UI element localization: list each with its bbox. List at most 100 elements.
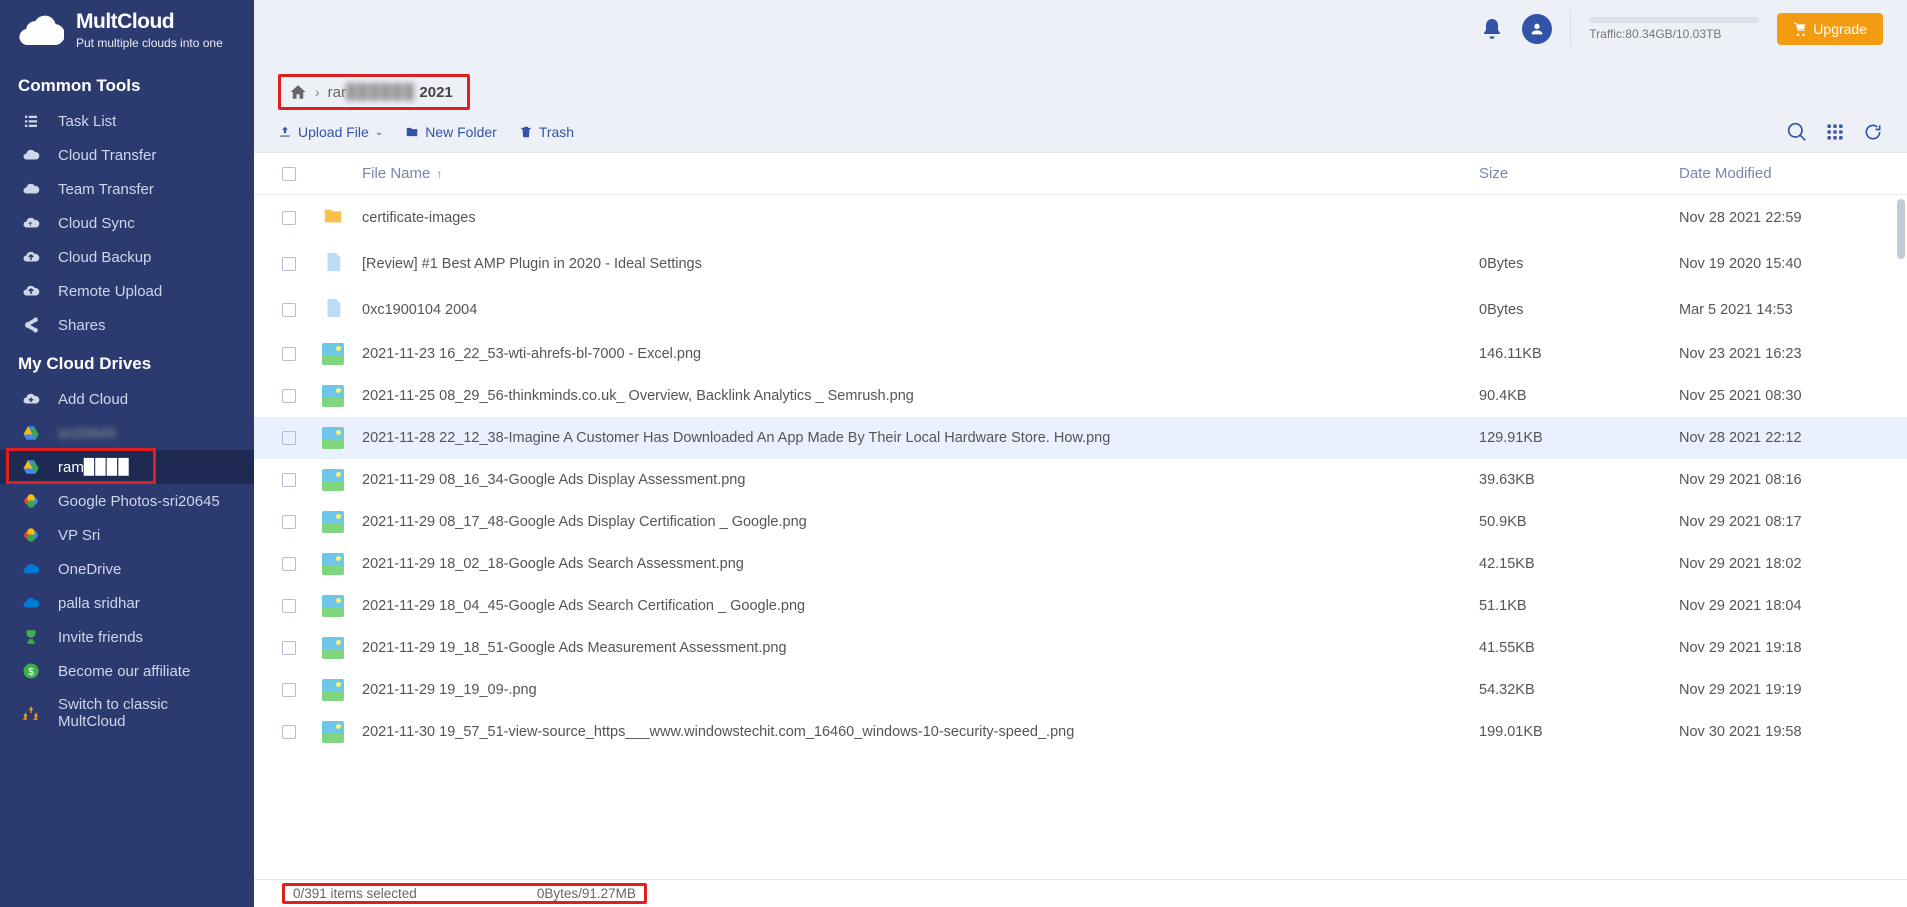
row-checkbox[interactable] — [282, 347, 296, 361]
sidebar-item-remote-upload[interactable]: Remote Upload — [0, 274, 254, 308]
row-checkbox[interactable] — [282, 211, 296, 225]
scrollbar[interactable] — [1897, 199, 1905, 259]
share-icon — [22, 316, 40, 334]
file-size: 41.55KB — [1479, 640, 1679, 656]
drive-item-9[interactable]: Switch to classic MultCloud — [0, 688, 254, 738]
search-icon[interactable] — [1787, 122, 1807, 142]
file-type-icon — [322, 553, 362, 575]
sidebar-item-label: Task List — [58, 113, 116, 130]
trophy-icon — [22, 628, 40, 646]
gdrive-icon — [22, 458, 40, 476]
table-row[interactable]: 2021-11-29 19_18_51-Google Ads Measureme… — [254, 627, 1907, 669]
drive-item-2[interactable]: ram▉▉▉▉ — [0, 450, 254, 484]
row-checkbox[interactable] — [282, 473, 296, 487]
cloud-up-icon — [22, 282, 40, 300]
drive-item-0[interactable]: Add Cloud — [0, 382, 254, 416]
table-row[interactable]: 2021-11-29 19_19_09-.png54.32KBNov 29 20… — [254, 669, 1907, 711]
file-name: 2021-11-29 08_17_48-Google Ads Display C… — [362, 514, 1479, 530]
file-date: Nov 29 2021 18:02 — [1679, 556, 1879, 572]
drive-item-5[interactable]: OneDrive — [0, 552, 254, 586]
drive-item-1[interactable]: sri20645 — [0, 416, 254, 450]
table-row[interactable]: 2021-11-29 18_02_18-Google Ads Search As… — [254, 543, 1907, 585]
upload-file-button[interactable]: Upload File ⌄ — [278, 124, 383, 140]
chevron-right-icon: › — [315, 84, 320, 100]
home-icon[interactable] — [289, 83, 307, 101]
refresh-icon[interactable] — [1863, 122, 1883, 142]
grid-view-icon[interactable] — [1825, 122, 1845, 142]
cloud-logo-icon — [18, 14, 64, 46]
trash-button[interactable]: Trash — [519, 124, 574, 140]
table-row[interactable]: 0xc1900104 20040BytesMar 5 2021 14:53 — [254, 287, 1907, 333]
file-date: Nov 29 2021 18:04 — [1679, 598, 1879, 614]
cloud-up-icon — [22, 248, 40, 266]
table-row[interactable]: 2021-11-30 19_57_51-view-source_https___… — [254, 711, 1907, 753]
drive-item-7[interactable]: Invite friends — [0, 620, 254, 654]
sidebar-item-cloud-transfer[interactable]: Cloud Transfer — [0, 138, 254, 172]
sidebar-item-label: Shares — [58, 317, 106, 334]
sort-asc-icon: ↑ — [436, 167, 442, 181]
breadcrumb-segment[interactable]: rar▉▉▉▉▉▉ 2021 — [328, 83, 453, 101]
table-row[interactable]: 2021-11-29 08_17_48-Google Ads Display C… — [254, 501, 1907, 543]
drive-item-3[interactable]: Google Photos-sri20645 — [0, 484, 254, 518]
sidebar-item-task-list[interactable]: Task List — [0, 104, 254, 138]
table-row[interactable]: 2021-11-29 08_16_34-Google Ads Display A… — [254, 459, 1907, 501]
traffic-meter: Traffic:80.34GB/10.03TB — [1589, 17, 1759, 41]
row-checkbox[interactable] — [282, 557, 296, 571]
column-name[interactable]: File Name ↑ — [362, 165, 1479, 182]
file-type-icon — [322, 679, 362, 701]
file-type-icon — [322, 595, 362, 617]
row-checkbox[interactable] — [282, 257, 296, 271]
table-row[interactable]: 2021-11-28 22_12_38-Imagine A Customer H… — [254, 417, 1907, 459]
logo[interactable]: MultCloud Put multiple clouds into one — [0, 0, 254, 64]
bell-icon[interactable] — [1480, 17, 1504, 41]
row-checkbox[interactable] — [282, 515, 296, 529]
drive-item-label: OneDrive — [58, 561, 121, 578]
gdrive-icon — [22, 424, 40, 442]
drive-item-6[interactable]: palla sridhar — [0, 586, 254, 620]
file-name: 2021-11-23 16_22_53-wti-ahrefs-bl-7000 -… — [362, 346, 1479, 362]
row-checkbox[interactable] — [282, 389, 296, 403]
drive-item-label: Google Photos-sri20645 — [58, 493, 220, 510]
drive-item-8[interactable]: $Become our affiliate — [0, 654, 254, 688]
column-size[interactable]: Size — [1479, 165, 1679, 182]
file-name: 2021-11-29 19_19_09-.png — [362, 682, 1479, 698]
file-size: 199.01KB — [1479, 724, 1679, 740]
sidebar-item-cloud-sync[interactable]: Cloud Sync — [0, 206, 254, 240]
row-checkbox[interactable] — [282, 641, 296, 655]
sidebar-item-cloud-backup[interactable]: Cloud Backup — [0, 240, 254, 274]
row-checkbox[interactable] — [282, 725, 296, 739]
table-row[interactable]: 2021-11-23 16_22_53-wti-ahrefs-bl-7000 -… — [254, 333, 1907, 375]
onedrive-icon — [22, 560, 40, 578]
row-checkbox[interactable] — [282, 431, 296, 445]
recycle-icon — [22, 704, 40, 722]
file-date: Nov 23 2021 16:23 — [1679, 346, 1879, 362]
sidebar-item-label: Cloud Transfer — [58, 147, 156, 164]
table-row[interactable]: [Review] #1 Best AMP Plugin in 2020 - Id… — [254, 241, 1907, 287]
status-bar: 0/391 items selected 0Bytes/91.27MB — [254, 879, 1907, 907]
file-date: Nov 29 2021 08:17 — [1679, 514, 1879, 530]
toolbar: Upload File ⌄ New Folder Trash — [254, 116, 1907, 152]
table-row[interactable]: 2021-11-25 08_29_56-thinkminds.co.uk_ Ov… — [254, 375, 1907, 417]
sidebar-item-team-transfer[interactable]: Team Transfer — [0, 172, 254, 206]
cloud-sync-icon — [22, 214, 40, 232]
file-table: File Name ↑ Size Date Modified certifica… — [254, 152, 1907, 907]
file-date: Nov 30 2021 19:58 — [1679, 724, 1879, 740]
select-all-checkbox[interactable] — [282, 167, 296, 181]
drive-item-4[interactable]: VP Sri — [0, 518, 254, 552]
sidebar-item-shares[interactable]: Shares — [0, 308, 254, 342]
table-row[interactable]: 2021-11-29 18_04_45-Google Ads Search Ce… — [254, 585, 1907, 627]
file-date: Nov 28 2021 22:12 — [1679, 430, 1879, 446]
upgrade-button[interactable]: Upgrade — [1777, 13, 1883, 45]
drive-item-label: Add Cloud — [58, 391, 128, 408]
sidebar-item-label: Remote Upload — [58, 283, 162, 300]
new-folder-button[interactable]: New Folder — [405, 124, 497, 140]
file-date: Nov 29 2021 19:19 — [1679, 682, 1879, 698]
column-date[interactable]: Date Modified — [1679, 165, 1879, 182]
row-checkbox[interactable] — [282, 599, 296, 613]
drive-item-label: Switch to classic MultCloud — [58, 696, 232, 730]
row-checkbox[interactable] — [282, 683, 296, 697]
table-row[interactable]: certificate-imagesNov 28 2021 22:59 — [254, 195, 1907, 241]
file-name: 2021-11-30 19_57_51-view-source_https___… — [362, 724, 1479, 740]
avatar[interactable] — [1522, 14, 1552, 44]
row-checkbox[interactable] — [282, 303, 296, 317]
